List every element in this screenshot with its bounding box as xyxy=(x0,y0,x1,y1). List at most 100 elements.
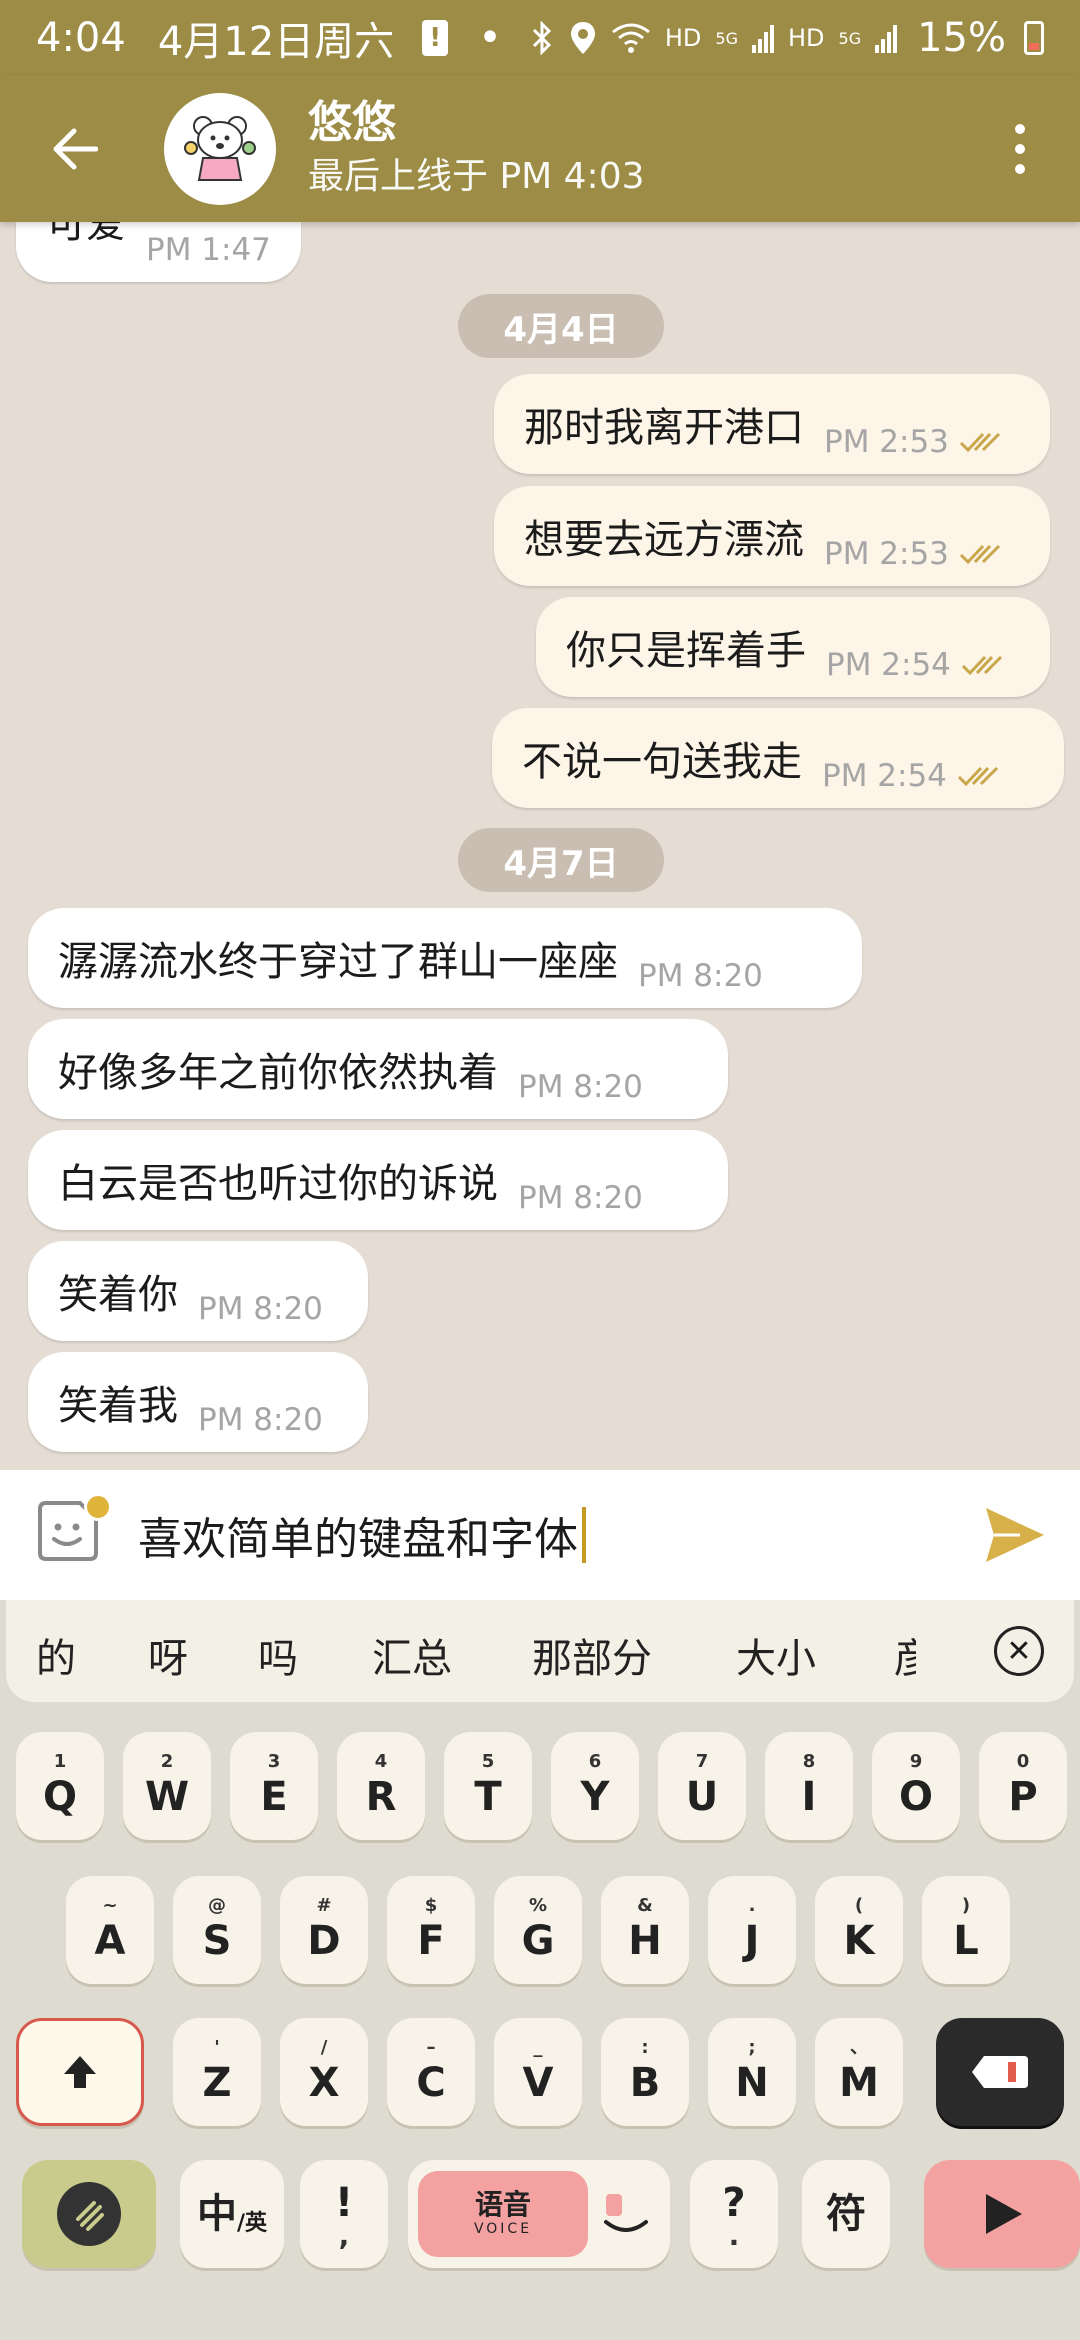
candidate-item[interactable]: 汇总 xyxy=(372,1626,452,1684)
double-check-icon xyxy=(959,544,1000,565)
message-text: 好像多年之前你依然执着 xyxy=(58,1050,498,1096)
message-input[interactable]: 喜欢简单的键盘和字体 xyxy=(138,1503,586,1567)
voice-input-key[interactable]: 语音 VOICE xyxy=(408,2160,670,2268)
key-h[interactable]: & H xyxy=(601,1876,689,1984)
message-bubble-incoming[interactable]: 潺潺流水终于穿过了群山一座座 PM 8:20 xyxy=(28,908,862,1008)
date-separator: 4月7日 xyxy=(458,828,664,892)
key-p[interactable]: 0P xyxy=(979,1732,1067,1840)
key-a[interactable]: ~ A xyxy=(66,1876,154,1984)
key-l[interactable]: ) L xyxy=(922,1876,1010,1984)
key-y[interactable]: 6Y xyxy=(551,1732,639,1840)
message-bubble-outgoing[interactable]: 不说一句送我走 PM 2:54 xyxy=(492,708,1064,808)
key-s[interactable]: @ S xyxy=(173,1876,261,1984)
message-bubble-incoming[interactable]: 好像多年之前你依然执着 PM 8:20 xyxy=(28,1019,728,1119)
signal-icon xyxy=(751,25,774,53)
microphone-face-icon xyxy=(604,2194,648,2232)
candidate-item[interactable]: 的 xyxy=(36,1626,76,1684)
key-v[interactable]: _ V xyxy=(494,2018,582,2126)
message-bubble-outgoing[interactable]: 那时我离开港口 PM 2:53 xyxy=(494,374,1050,474)
key-i[interactable]: 8I xyxy=(765,1732,853,1840)
last-seen-status: 最后上线于 PM 4:03 xyxy=(308,156,645,197)
key-x[interactable]: / X xyxy=(280,2018,368,2126)
key-q[interactable]: 1Q xyxy=(16,1732,104,1840)
network-label-4: 5G xyxy=(838,28,862,48)
message-text: 不说一句送我走 xyxy=(522,739,802,785)
arrow-left-icon xyxy=(53,128,98,170)
location-icon xyxy=(570,22,595,54)
message-time: PM 2:54 xyxy=(822,758,947,794)
toolbar-key[interactable] xyxy=(22,2160,156,2268)
message-text: 笑着我 xyxy=(58,1383,178,1429)
more-options-button[interactable] xyxy=(1000,113,1040,185)
network-label-1: HD xyxy=(664,24,702,52)
language-switch-key[interactable]: 中/英 xyxy=(180,2160,284,2268)
alert-icon: ! xyxy=(422,20,449,56)
key-r[interactable]: 4R xyxy=(337,1732,425,1840)
battery-percent: 15% xyxy=(917,15,1006,61)
message-text: 白云是否也听过你的诉说 xyxy=(58,1161,498,1207)
message-bubble-incoming[interactable]: 笑着我 PM 8:20 xyxy=(28,1352,368,1452)
close-candidates-button[interactable]: ✕ xyxy=(994,1626,1044,1676)
message-time: PM 8:20 xyxy=(198,1402,323,1438)
message-time: PM 8:20 xyxy=(518,1069,643,1105)
candidate-item[interactable]: 那部分 xyxy=(532,1626,652,1684)
avatar[interactable] xyxy=(164,93,276,205)
backspace-icon xyxy=(972,2056,1028,2088)
keyboard: 的 呀 吗 汇总 那部分 大小 彦 ✕ 1Q 2W 3E 4R 5T 6Y 7U… xyxy=(0,1600,1080,2340)
enter-key[interactable] xyxy=(924,2160,1080,2268)
key-m[interactable]: 、 M xyxy=(815,2018,903,2126)
message-text: 潺潺流水终于穿过了群山一座座 xyxy=(58,939,618,985)
message-input-text: 喜欢简单的键盘和字体 xyxy=(138,1514,578,1565)
message-list[interactable]: 可爱 PM 1:47 4月4日 那时我离开港口 PM 2:53 想要去远方漂流 … xyxy=(0,222,1080,1470)
send-button[interactable] xyxy=(980,1500,1050,1570)
battery-icon xyxy=(1024,21,1044,55)
question-key[interactable]: ?. xyxy=(690,2160,778,2268)
play-send-icon xyxy=(986,2194,1022,2236)
key-o[interactable]: 9O xyxy=(872,1732,960,1840)
candidate-item[interactable]: 吗 xyxy=(258,1626,298,1684)
candidate-item[interactable]: 彦 xyxy=(894,1626,916,1684)
network-label-3: HD xyxy=(787,24,825,52)
shift-key[interactable] xyxy=(16,2018,144,2126)
key-t[interactable]: 5T xyxy=(444,1732,532,1840)
signal-icon-2 xyxy=(875,25,898,53)
key-d[interactable]: # D xyxy=(280,1876,368,1984)
message-text: 你只是挥着手 xyxy=(566,628,806,674)
key-w[interactable]: 2W xyxy=(123,1732,211,1840)
arrow-up-icon xyxy=(64,2056,96,2088)
key-e[interactable]: 3E xyxy=(230,1732,318,1840)
key-b[interactable]: :B xyxy=(601,2018,689,2126)
message-time: PM 2:54 xyxy=(826,647,951,683)
key-u[interactable]: 7U xyxy=(658,1732,746,1840)
contact-info[interactable]: 悠悠 最后上线于 PM 4:03 xyxy=(308,95,645,203)
back-button[interactable] xyxy=(38,113,110,185)
message-bubble-outgoing[interactable]: 你只是挥着手 PM 2:54 xyxy=(536,597,1050,697)
status-bar: 4:04 4月12日周六 ! • HD 5G HD 5G 15% xyxy=(0,0,1080,76)
key-z[interactable]: ' Z xyxy=(173,2018,261,2126)
network-label-2: 5G xyxy=(715,28,738,48)
key-f[interactable]: $ F xyxy=(387,1876,475,1984)
bluetooth-icon xyxy=(532,21,551,55)
candidate-item[interactable]: 呀 xyxy=(148,1626,188,1684)
exclamation-key[interactable]: !, xyxy=(300,2160,388,2268)
key-k[interactable]: (K xyxy=(815,1876,903,1984)
message-bubble-incoming[interactable]: 白云是否也听过你的诉说 PM 8:20 xyxy=(28,1130,728,1230)
message-time: PM 8:20 xyxy=(638,958,763,994)
menu-lines-icon xyxy=(57,2182,121,2246)
key-n[interactable]: ; N xyxy=(708,2018,796,2126)
message-bubble-incoming[interactable]: 可爱 PM 1:47 xyxy=(16,222,301,282)
candidate-item[interactable]: 大小 xyxy=(736,1626,816,1684)
sticker-button[interactable] xyxy=(36,1493,112,1571)
key-c[interactable]: – C xyxy=(387,2018,475,2126)
key-j[interactable]: .J xyxy=(708,1876,796,1984)
send-icon xyxy=(986,1508,1044,1562)
status-icons: HD 5G HD 5G 15% xyxy=(529,15,1044,61)
message-bubble-incoming[interactable]: 笑着你 PM 8:20 xyxy=(28,1241,368,1341)
message-time: PM 8:20 xyxy=(518,1180,643,1216)
composer-bar: 喜欢简单的键盘和字体 xyxy=(0,1470,1080,1600)
symbols-key[interactable]: 符 xyxy=(802,2160,890,2268)
bear-avatar-icon xyxy=(184,116,256,181)
key-g[interactable]: % G xyxy=(494,1876,582,1984)
message-bubble-outgoing[interactable]: 想要去远方漂流 PM 2:53 xyxy=(494,486,1050,586)
backspace-key[interactable] xyxy=(936,2018,1064,2126)
